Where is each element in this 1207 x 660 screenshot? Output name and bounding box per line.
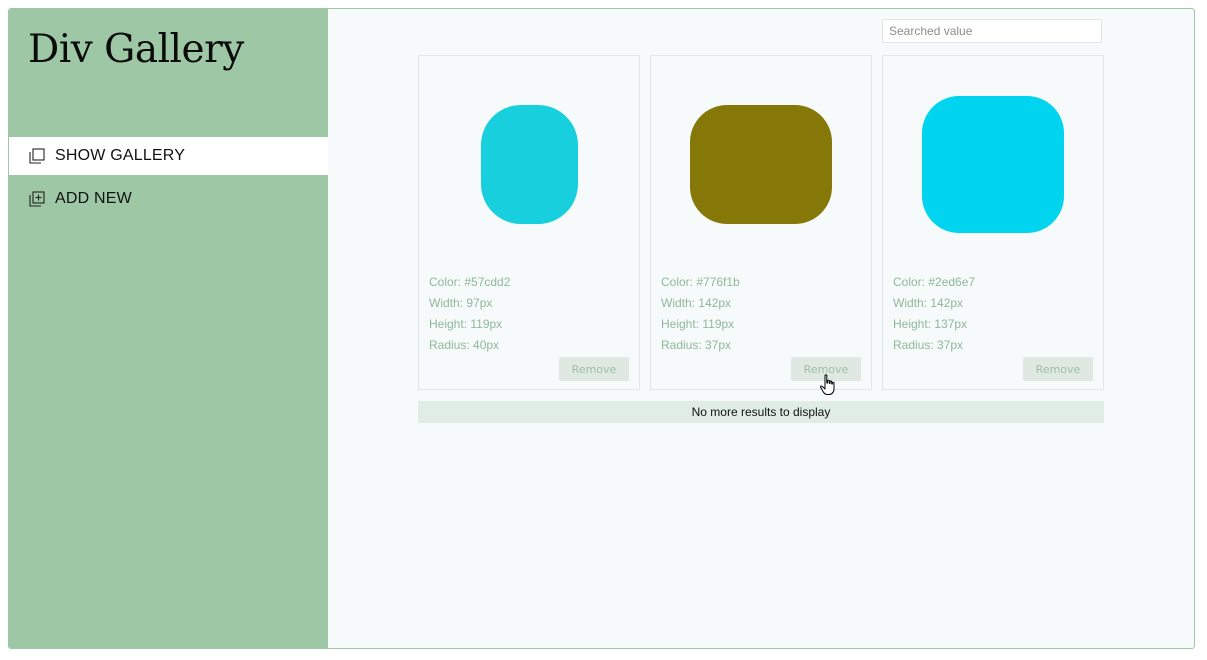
app-window: Div Gallery SHOW GALLERY ADD NEW Searche… — [8, 8, 1195, 649]
gallery-card: Color: #776f1b Width: 142px Height: 119p… — [650, 55, 872, 390]
card-details: Color: #776f1b Width: 142px Height: 119p… — [661, 272, 740, 356]
hand-cursor-icon — [820, 374, 835, 395]
gallery-card: Color: #57cdd2 Width: 97px Height: 119px… — [418, 55, 640, 390]
card-width-text: Width: 142px — [661, 296, 732, 310]
nav-item-add-new[interactable]: ADD NEW — [9, 180, 328, 218]
app-title: Div Gallery — [28, 27, 244, 72]
search-input[interactable] — [882, 19, 1102, 43]
card-details: Color: #57cdd2 Width: 97px Height: 119px… — [429, 272, 510, 356]
no-more-results-banner: No more results to display — [418, 401, 1104, 423]
card-details: Color: #2ed6e7 Width: 142px Height: 137p… — [893, 272, 975, 356]
color-swatch — [922, 96, 1064, 233]
nav-item-show-gallery[interactable]: SHOW GALLERY — [9, 137, 328, 175]
sidebar: Div Gallery SHOW GALLERY ADD NEW — [9, 9, 328, 648]
card-height-text: Height: 119px — [661, 317, 735, 331]
card-width-text: Width: 142px — [893, 296, 964, 310]
nav-label: ADD NEW — [55, 190, 132, 207]
gallery-card: Color: #2ed6e7 Width: 142px Height: 137p… — [882, 55, 1104, 390]
gallery-main: Color: #57cdd2 Width: 97px Height: 119px… — [328, 9, 1194, 648]
remove-button[interactable]: Remove — [559, 357, 629, 381]
gallery-icon — [29, 148, 45, 164]
color-swatch — [481, 105, 578, 224]
color-swatch — [690, 105, 832, 224]
card-color-text: Color: #57cdd2 — [429, 275, 511, 289]
card-radius-text: Radius: 37px — [893, 338, 964, 352]
card-color-text: Color: #776f1b — [661, 275, 740, 289]
add-square-icon — [29, 191, 45, 207]
card-radius-text: Radius: 40px — [429, 338, 500, 352]
card-color-text: Color: #2ed6e7 — [893, 275, 976, 289]
nav-label: SHOW GALLERY — [55, 147, 186, 164]
card-width-text: Width: 97px — [429, 296, 493, 310]
card-height-text: Height: 119px — [429, 317, 503, 331]
card-height-text: Height: 137px — [893, 317, 968, 331]
card-radius-text: Radius: 37px — [661, 338, 732, 352]
remove-button[interactable]: Remove — [1023, 357, 1093, 381]
